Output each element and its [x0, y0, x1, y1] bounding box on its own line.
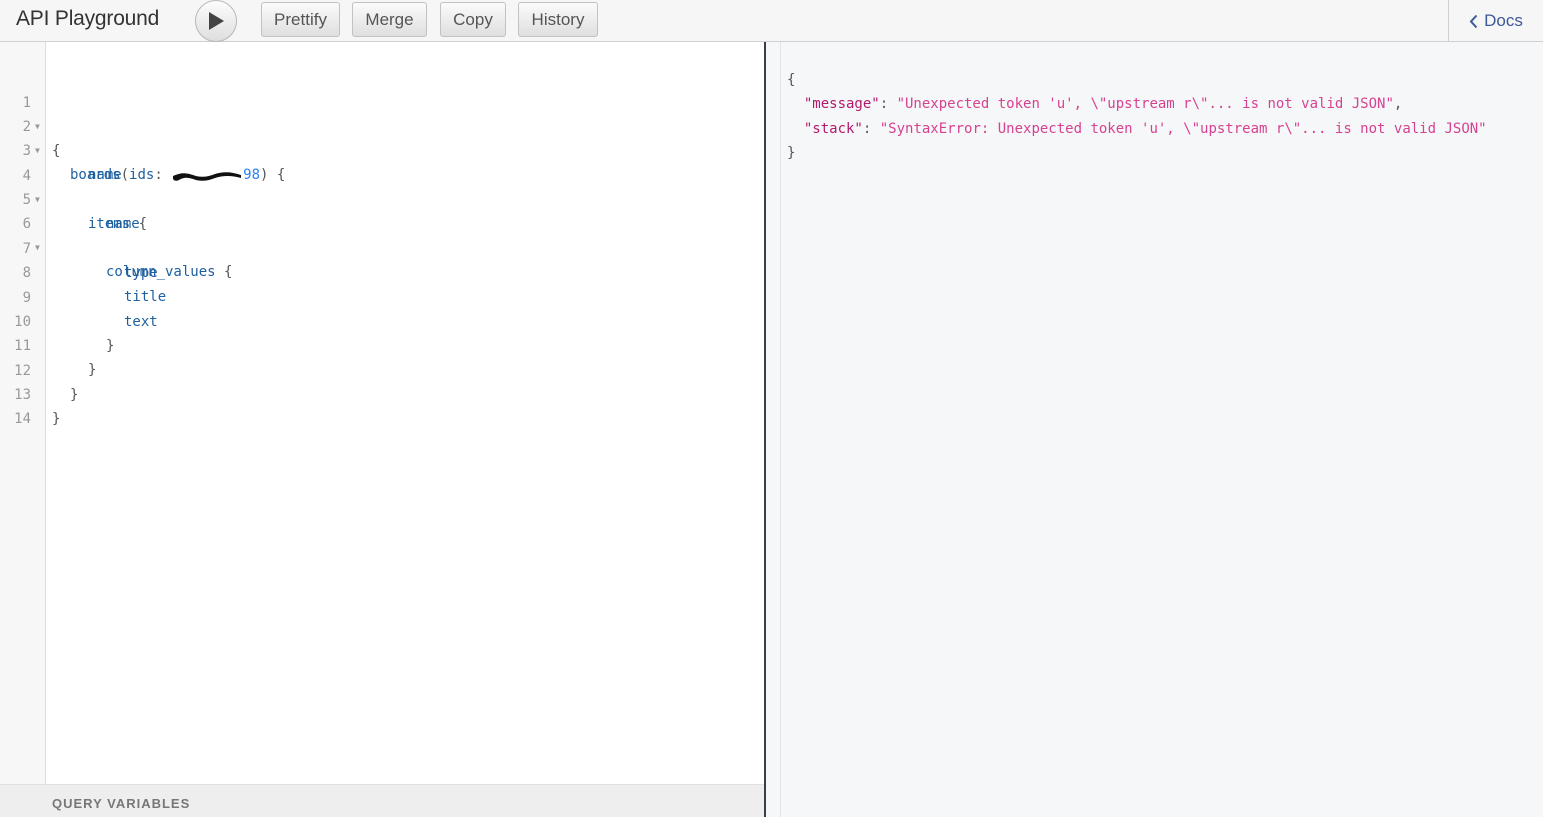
code-text: title: [124, 289, 167, 305]
run-query-button[interactable]: [195, 0, 237, 42]
line-number: 14: [14, 411, 31, 427]
punctuation: ) {: [260, 167, 286, 183]
query-variables-title[interactable]: QUERY VARIABLES: [52, 796, 190, 811]
query-variables-bar[interactable]: QUERY VARIABLES: [0, 784, 764, 817]
code-text: type: [124, 265, 158, 281]
argument-name: ids: [129, 167, 155, 183]
code-line: 13 }: [0, 359, 60, 427]
code-line: 10 }: [0, 286, 114, 354]
result-json: { "message": "Unexpected token 'u', \"up…: [787, 68, 1507, 166]
punctuation: :: [154, 167, 172, 183]
argument-value: 98: [243, 167, 261, 183]
code-line: 5 name: [0, 164, 140, 232]
prettify-button[interactable]: Prettify: [261, 2, 340, 37]
chevron-left-icon: [1469, 14, 1478, 29]
code-text: name: [88, 167, 122, 183]
json-string: "Unexpected token 'u', \"upstream r\"...…: [896, 96, 1394, 113]
history-button[interactable]: History: [518, 2, 598, 37]
code-text: }: [52, 411, 61, 427]
copy-button[interactable]: Copy: [440, 2, 506, 37]
punctuation: {: [215, 264, 233, 280]
result-line: }: [787, 141, 1507, 165]
toolbar: API Playground Prettify Merge Copy Histo…: [0, 0, 1543, 42]
punctuation: }: [787, 145, 796, 162]
merge-button[interactable]: Merge: [352, 2, 427, 37]
code-line: 14: [0, 383, 51, 427]
code-text: name: [106, 216, 140, 232]
docs-label: Docs: [1484, 11, 1523, 30]
code-line: 2 ▼ boards(ids: 98) {: [0, 91, 286, 183]
code-text: {: [52, 143, 61, 159]
code-line: 1 ▼ {: [0, 67, 61, 159]
code-line: 7 type: [0, 213, 158, 281]
result-pane: { "message": "Unexpected token 'u', \"up…: [766, 42, 1543, 817]
code-text: }: [70, 387, 79, 403]
code-line: 4 ▼ items {: [0, 140, 147, 232]
app-title: API Playground: [16, 7, 160, 30]
redaction-scribble: [171, 168, 243, 182]
result-line: {: [787, 68, 1507, 92]
api-playground-app: API Playground Prettify Merge Copy Histo…: [0, 0, 1543, 817]
code-line: 3 name: [0, 115, 122, 183]
result-gutter: [766, 42, 781, 817]
code-line: 6 ▼ column_values {: [0, 188, 233, 280]
code-line: 11 }: [0, 310, 96, 378]
code-text: text: [124, 314, 158, 330]
field-name: column_values: [106, 264, 216, 280]
json-key: "message": [803, 96, 880, 113]
docs-button[interactable]: Docs: [1448, 0, 1543, 42]
json-string: "SyntaxError: Unexpected token 'u', \"up…: [879, 120, 1487, 137]
code-text: }: [88, 362, 97, 378]
punctuation: {: [787, 72, 796, 88]
query-editor[interactable]: 1 ▼ { 2 ▼ boards(ids: 98) { 3 name 4 ▼ i…: [0, 42, 764, 817]
code-line: 9 text: [0, 262, 158, 330]
json-key: "stack": [803, 120, 863, 137]
code-line: 12 }: [0, 335, 78, 403]
play-icon: [209, 12, 224, 30]
result-line: "stack": "SyntaxError: Unexpected token …: [803, 120, 1487, 137]
result-line: "message": "Unexpected token 'u', \"upst…: [803, 96, 1403, 113]
code-line: 8 title: [0, 237, 167, 305]
punctuation: (: [120, 167, 130, 183]
code-text: }: [106, 338, 115, 354]
